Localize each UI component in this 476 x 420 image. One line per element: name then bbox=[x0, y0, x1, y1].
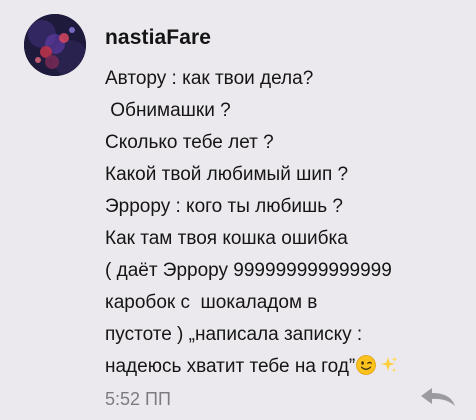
message-line: каробок с шокаладом в bbox=[105, 292, 318, 313]
message-line: Как там твоя кошка ошибка bbox=[105, 228, 348, 249]
message-line: пустоте ) „написала записку : bbox=[105, 324, 363, 345]
message-line: Эррору : кого ты любишь ? bbox=[105, 196, 343, 217]
message-line: Сколько тебе лет ? bbox=[105, 132, 274, 153]
user-avatar-icon[interactable] bbox=[24, 14, 86, 76]
message-line: Обнимашки ? bbox=[105, 100, 231, 121]
comment-text: Автору : как твои дела? Обнимашки ? Скол… bbox=[105, 63, 465, 383]
username[interactable]: nastiaFare bbox=[105, 26, 211, 50]
message-line: Автору : как твои дела? bbox=[105, 68, 314, 89]
message-line: Какой твой любимый шип ? bbox=[105, 164, 349, 185]
message-line: ( даёт Эррору 999999999999999 bbox=[105, 260, 392, 281]
comment-item: nastiaFare Автору : как твои дела? Обним… bbox=[0, 0, 476, 420]
message-line: надеюсь хватит тебе на год” bbox=[105, 356, 356, 377]
reply-arrow-icon[interactable] bbox=[419, 386, 457, 408]
comment-timestamp: 5:52 ПП bbox=[105, 389, 171, 409]
winking-face-emoji bbox=[356, 354, 377, 375]
message-last-line: надеюсь хватит тебе на год” bbox=[105, 351, 465, 383]
sparkles-emoji bbox=[379, 354, 399, 374]
